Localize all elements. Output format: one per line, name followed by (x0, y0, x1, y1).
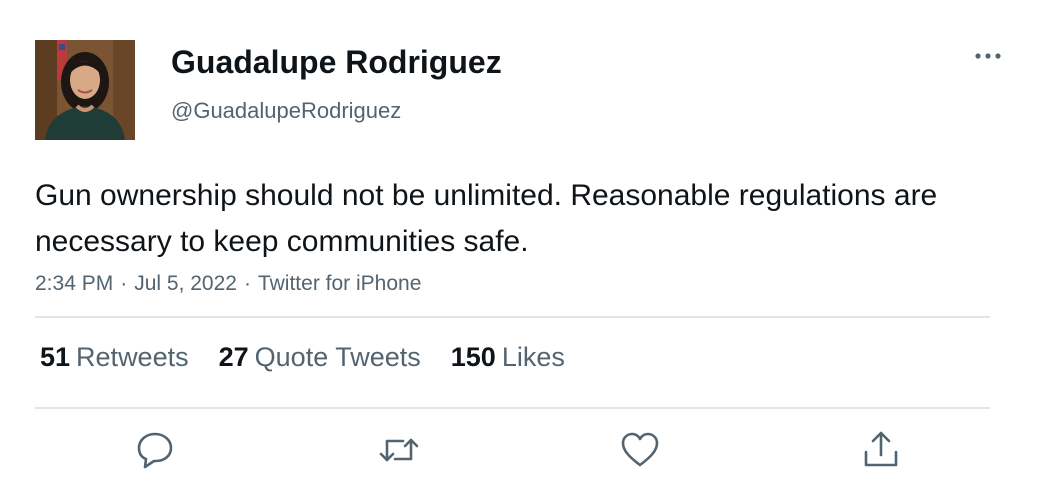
quote-tweets-count: 27 (218, 342, 249, 372)
reply-button[interactable] (133, 428, 177, 472)
share-button[interactable] (859, 428, 903, 472)
divider (35, 316, 990, 318)
tweet-card: Guadalupe Rodriguez @GuadalupeRodriguez … (0, 0, 1050, 480)
retweet-button[interactable] (377, 428, 421, 472)
divider (35, 407, 990, 409)
meta-separator: · (243, 272, 251, 295)
action-bar (0, 428, 1050, 472)
tweet-text: Gun ownership should not be unlimited. R… (35, 179, 938, 258)
likes-label: Likes (501, 342, 565, 372)
retweet-icon (379, 438, 419, 462)
tweet-source[interactable]: Twitter for iPhone (258, 272, 421, 295)
reply-icon (137, 432, 173, 469)
likes-stat[interactable]: 150 Likes (451, 342, 565, 373)
share-icon (864, 431, 898, 467)
retweets-stat[interactable]: 51 Retweets (40, 342, 189, 373)
quote-tweets-stat[interactable]: 27 Quote Tweets (219, 342, 421, 373)
likes-count: 150 (450, 342, 496, 372)
more-options-icon (975, 53, 1001, 59)
heart-icon (621, 432, 659, 467)
author-avatar[interactable] (35, 40, 135, 140)
more-options-button[interactable] (968, 38, 1008, 78)
retweets-label: Retweets (76, 342, 189, 372)
quote-tweets-label: Quote Tweets (254, 342, 421, 372)
tweet-date[interactable]: Jul 5, 2022 (134, 272, 237, 295)
meta-separator: · (120, 272, 128, 295)
profile-photo-icon (35, 40, 135, 140)
retweets-count: 51 (40, 342, 71, 372)
author-handle[interactable]: @GuadalupeRodriguez (171, 98, 401, 124)
tweet-time[interactable]: 2:34 PM (35, 272, 113, 295)
author-name[interactable]: Guadalupe Rodriguez (171, 44, 502, 81)
engagement-stats: 51 Retweets 27 Quote Tweets 150 Likes (40, 342, 565, 373)
tweet-metadata: 2:34 PM · Jul 5, 2022 · Twitter for iPhone (35, 272, 421, 296)
like-button[interactable] (618, 428, 662, 472)
